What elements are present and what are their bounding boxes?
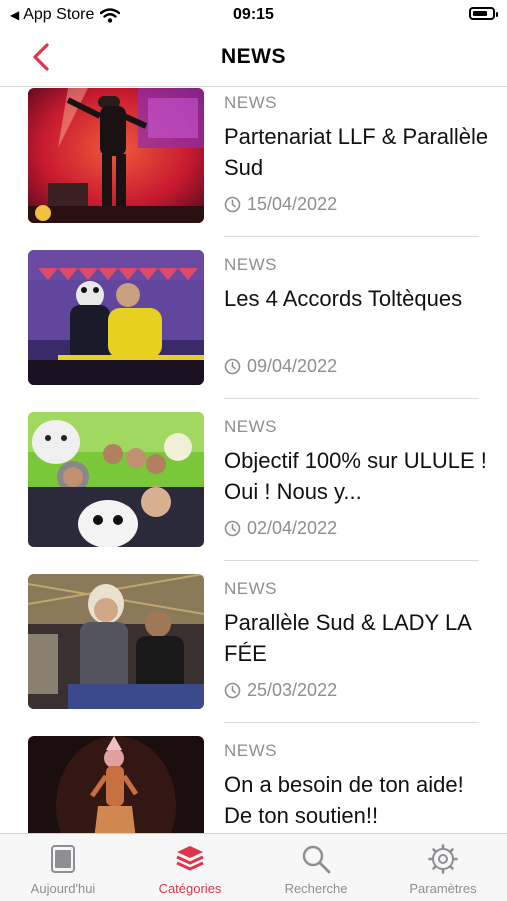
news-item[interactable]: NEWS Objectif 100% sur ULULE ! Oui ! Nou… <box>0 412 507 574</box>
battery-level <box>473 11 487 16</box>
today-icon <box>51 845 75 873</box>
layers-icon <box>176 846 204 871</box>
news-date-text: 25/03/2022 <box>247 680 338 700</box>
news-thumbnail-performer <box>28 736 204 833</box>
tab-settings[interactable]: Paramètres <box>380 834 506 901</box>
news-item[interactable]: NEWS Les 4 Accords Toltèques 09/04/2022 <box>0 250 507 412</box>
page-title: NEWS <box>221 45 286 68</box>
news-date: 25/03/2022 <box>224 680 337 701</box>
news-item[interactable]: NEWS Partenariat LLF & Parallèle Sud 15/… <box>0 88 507 250</box>
news-category: NEWS <box>224 741 277 760</box>
news-title[interactable]: Parallèle Sud & LADY LA FÉE <box>224 607 489 669</box>
news-thumbnail-stage <box>28 250 204 385</box>
clock-icon <box>224 196 241 213</box>
battery-icon <box>469 7 498 20</box>
news-date: 09/04/2022 <box>224 356 337 377</box>
status-bar: ◀ App Store 09:15 <box>0 0 507 30</box>
tab-bar: Aujourd'hui Catégories Recherche Paramèt… <box>0 833 507 901</box>
news-category: NEWS <box>224 255 277 274</box>
gear-icon <box>428 844 458 874</box>
news-item[interactable]: NEWS Parallèle Sud & LADY LA FÉE 25/03/2… <box>0 574 507 736</box>
news-title[interactable]: Partenariat LLF & Parallèle Sud <box>224 121 489 183</box>
news-category: NEWS <box>224 579 277 598</box>
tab-search[interactable]: Recherche <box>253 834 379 901</box>
tab-search-label: Recherche <box>284 881 348 896</box>
clock-icon <box>224 682 241 699</box>
clock-icon <box>224 358 241 375</box>
news-date-text: 09/04/2022 <box>247 356 338 376</box>
tab-today[interactable]: Aujourd'hui <box>0 834 126 901</box>
news-thumbnail-duo <box>28 574 204 709</box>
divider <box>224 398 479 399</box>
tab-settings-label: Paramètres <box>409 881 477 896</box>
news-date: 15/04/2022 <box>224 194 337 215</box>
news-date: 02/04/2022 <box>224 518 337 539</box>
news-date-text: 15/04/2022 <box>247 194 338 214</box>
divider <box>224 236 479 237</box>
tab-categories-label: Catégories <box>158 881 222 896</box>
news-title[interactable]: On a besoin de ton aide! De ton soutien!… <box>224 769 489 831</box>
tab-categories[interactable]: Catégories <box>127 834 253 901</box>
tab-today-label: Aujourd'hui <box>30 881 96 896</box>
news-date-text: 02/04/2022 <box>247 518 338 538</box>
navigation-bar: NEWS <box>0 30 507 87</box>
search-icon <box>302 845 331 874</box>
news-category: NEWS <box>224 417 277 436</box>
news-title[interactable]: Objectif 100% sur ULULE ! Oui ! Nous y..… <box>224 445 489 507</box>
clock-icon <box>224 520 241 537</box>
news-category: NEWS <box>224 93 277 112</box>
divider <box>224 560 479 561</box>
news-thumbnail-group-photo <box>28 412 204 547</box>
news-list[interactable]: NEWS Partenariat LLF & Parallèle Sud 15/… <box>0 87 507 833</box>
news-item[interactable]: NEWS On a besoin de ton aide! De ton sou… <box>0 736 507 833</box>
status-time: 09:15 <box>233 6 274 23</box>
divider <box>224 722 479 723</box>
news-title[interactable]: Les 4 Accords Toltèques <box>224 283 489 314</box>
news-thumbnail-concert <box>28 88 204 223</box>
